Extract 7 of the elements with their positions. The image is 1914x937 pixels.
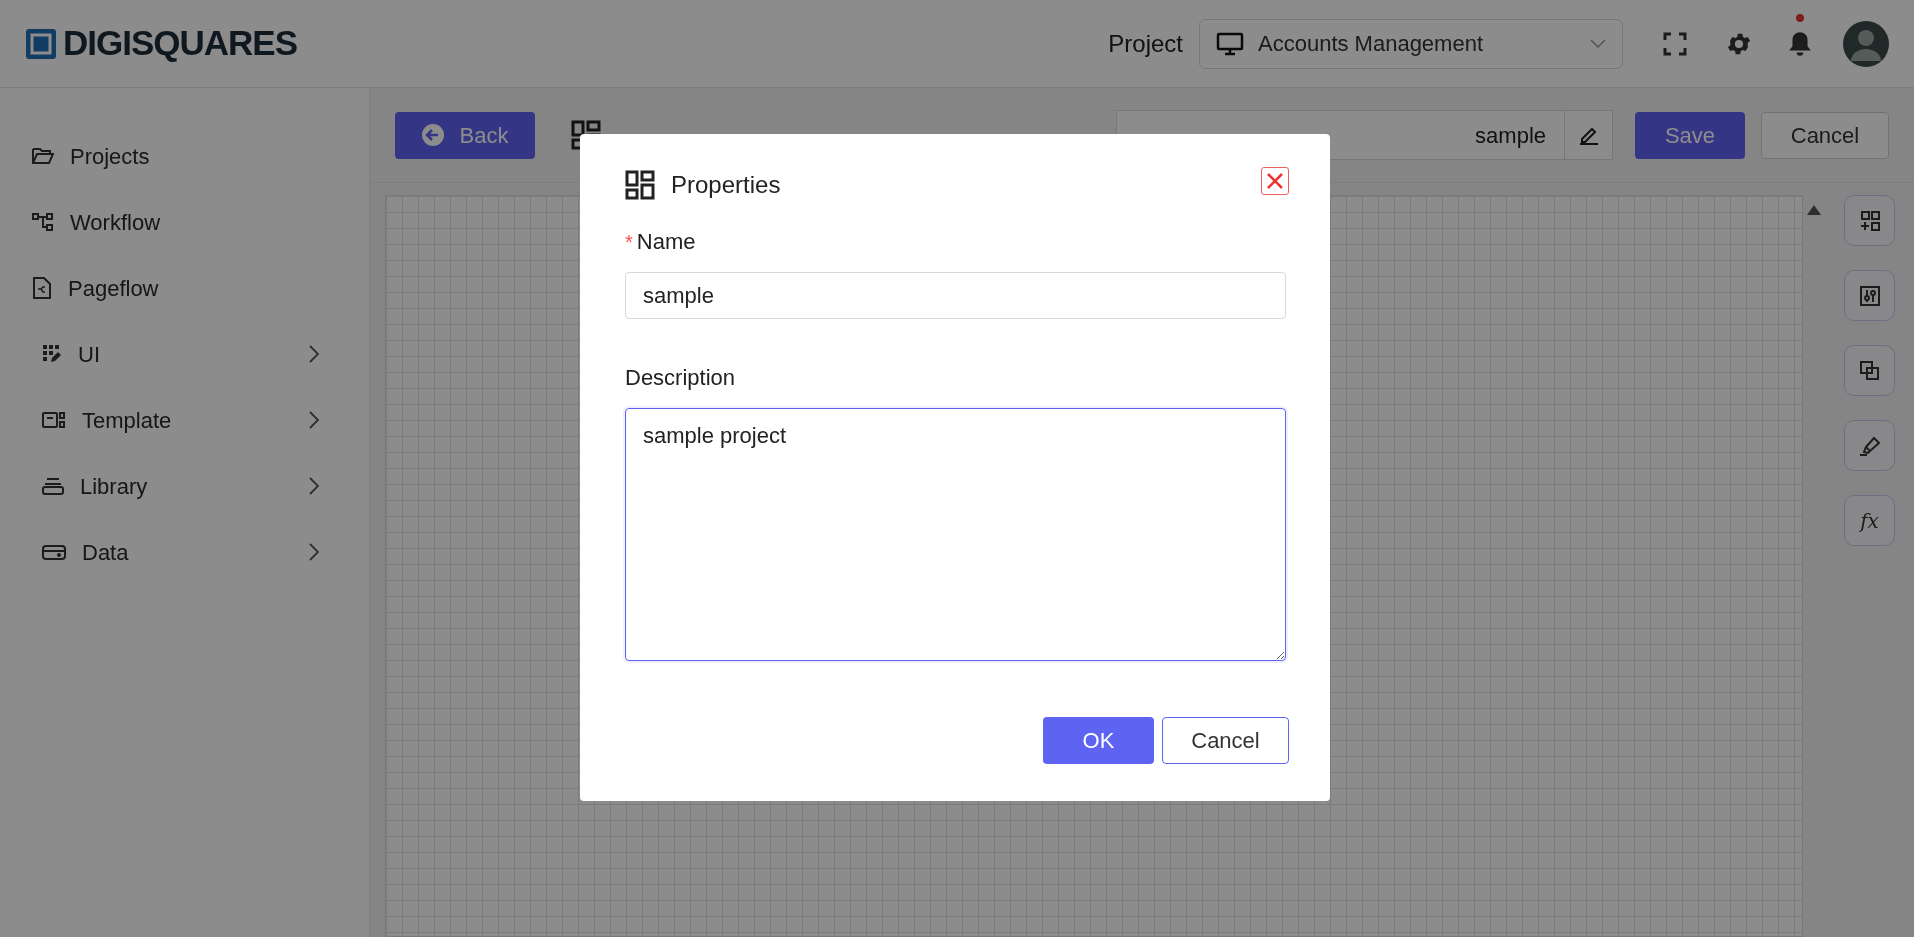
- project-label: Project: [1108, 28, 1183, 59]
- required-asterisk: *: [625, 229, 633, 255]
- function-label: fx: [1860, 507, 1879, 535]
- dialog-title: Properties: [671, 170, 781, 200]
- field-label: Name: [636, 228, 696, 256]
- logo-text: DIGISQUARES: [63, 22, 298, 65]
- field-label: Description: [625, 364, 736, 392]
